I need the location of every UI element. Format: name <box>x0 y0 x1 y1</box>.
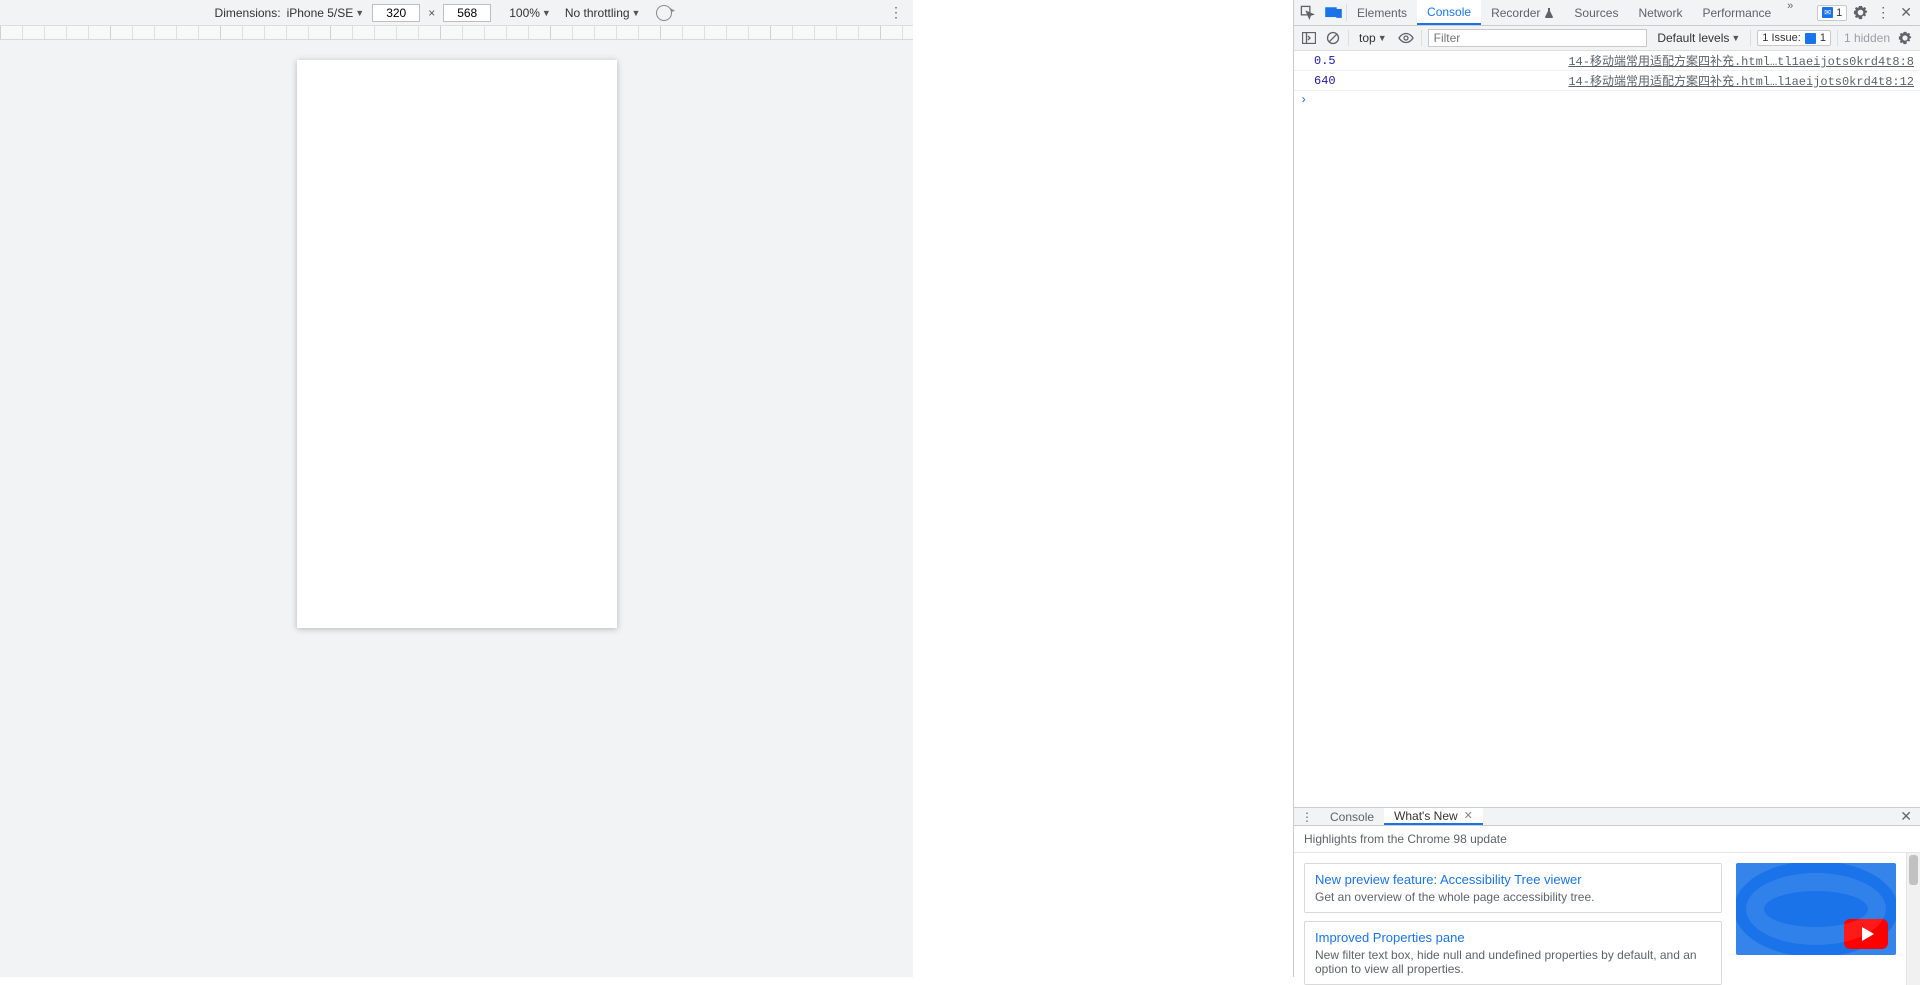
throttling-value: No throttling <box>565 6 630 20</box>
devtools-more-icon[interactable]: ⋮ <box>1874 4 1892 21</box>
console-prompt[interactable]: › <box>1294 91 1920 109</box>
close-drawer-icon[interactable]: ✕ <box>1892 808 1920 825</box>
width-input[interactable] <box>372 4 420 22</box>
chevron-down-icon: ▼ <box>355 8 364 18</box>
issues-pill[interactable]: 1 Issue: 1 <box>1757 30 1831 46</box>
drawer-tab-whatsnew[interactable]: What's New ✕ <box>1384 808 1483 825</box>
feature-card[interactable]: New preview feature: Accessibility Tree … <box>1304 863 1722 913</box>
viewport-area <box>0 40 913 977</box>
settings-icon[interactable] <box>1847 5 1874 20</box>
device-toolbar: Dimensions: iPhone 5/SE ▼ × 100% ▼ No th… <box>0 0 913 26</box>
drawer-more-icon[interactable]: ⋮ <box>1294 808 1320 825</box>
more-options-icon[interactable]: ⋮ <box>887 4 905 21</box>
tab-recorder[interactable]: Recorder <box>1481 0 1564 25</box>
drawer: ⋮ Console What's New ✕ ✕ Highlights from… <box>1294 807 1920 977</box>
zoom-dropdown[interactable]: 100% ▼ <box>509 6 551 20</box>
log-levels-dropdown[interactable]: Default levels ▼ <box>1653 31 1744 45</box>
console-row: 640 14-移动端常用适配方案四补充.html…l1aeijots0krd4t… <box>1294 71 1920 91</box>
console-source-link[interactable]: 14-移动端常用适配方案四补充.html…l1aeijots0krd4t8:12 <box>1568 72 1914 89</box>
chevron-down-icon: ▼ <box>1731 33 1740 43</box>
sidebar-toggle-icon[interactable] <box>1300 29 1318 47</box>
height-input[interactable] <box>443 4 491 22</box>
throttling-dropdown[interactable]: No throttling ▼ <box>565 6 641 20</box>
hidden-count: 1 hidden <box>1844 31 1890 45</box>
tab-console[interactable]: Console <box>1417 0 1481 25</box>
card-description: Get an overview of the whole page access… <box>1315 890 1711 904</box>
multiply-label: × <box>428 6 435 20</box>
play-icon <box>1844 919 1888 949</box>
console-output[interactable]: 0.5 14-移动端常用适配方案四补充.html…tl1aeijots0krd4… <box>1294 51 1920 807</box>
console-settings-icon[interactable] <box>1896 31 1914 45</box>
device-name: iPhone 5/SE <box>287 6 354 20</box>
tab-network[interactable]: Network <box>1628 0 1692 25</box>
device-toggle-icon[interactable] <box>1320 0 1346 25</box>
tab-performance[interactable]: Performance <box>1692 0 1781 25</box>
video-thumbnail[interactable] <box>1736 863 1896 955</box>
console-value: 0.5 <box>1314 54 1336 68</box>
dimensions-label: Dimensions: <box>215 6 281 20</box>
clear-console-icon[interactable] <box>1324 29 1342 47</box>
console-filter-input[interactable] <box>1428 29 1648 47</box>
dimensions-dropdown[interactable]: Dimensions: iPhone 5/SE ▼ <box>215 6 365 20</box>
card-title[interactable]: Improved Properties pane <box>1315 930 1711 945</box>
chat-icon <box>1805 33 1816 44</box>
live-expression-icon[interactable] <box>1397 29 1415 47</box>
feature-card[interactable]: Improved Properties pane New filter text… <box>1304 921 1722 985</box>
tab-elements[interactable]: Elements <box>1347 0 1417 25</box>
context-dropdown[interactable]: top ▼ <box>1355 31 1391 45</box>
console-value: 640 <box>1314 74 1336 88</box>
close-devtools-icon[interactable]: ✕ <box>1892 4 1920 21</box>
drawer-tab-console[interactable]: Console <box>1320 808 1384 825</box>
inspect-icon[interactable] <box>1294 0 1320 25</box>
highlights-heading: Highlights from the Chrome 98 update <box>1294 826 1920 853</box>
console-row: 0.5 14-移动端常用适配方案四补充.html…tl1aeijots0krd4… <box>1294 51 1920 71</box>
whatsnew-body: New preview feature: Accessibility Tree … <box>1294 853 1906 985</box>
chevron-down-icon: ▼ <box>542 8 551 18</box>
issues-badge[interactable]: ✉ 1 <box>1817 5 1847 21</box>
scrollbar[interactable] <box>1906 853 1920 985</box>
more-tabs-icon[interactable]: » <box>1781 0 1799 25</box>
tab-sources[interactable]: Sources <box>1564 0 1628 25</box>
flask-icon <box>1544 8 1554 18</box>
device-frame[interactable] <box>297 60 617 628</box>
devtools-panel: Elements Console Recorder Sources Networ… <box>1293 0 1920 977</box>
drawer-tabstrip: ⋮ Console What's New ✕ ✕ <box>1294 808 1920 826</box>
zoom-value: 100% <box>509 6 540 20</box>
card-description: New filter text box, hide null and undef… <box>1315 948 1711 976</box>
devtools-tabstrip: Elements Console Recorder Sources Networ… <box>1294 0 1920 26</box>
console-source-link[interactable]: 14-移动端常用适配方案四补充.html…tl1aeijots0krd4t8:8 <box>1568 52 1914 69</box>
rotate-icon[interactable] <box>656 5 672 21</box>
chevron-down-icon: ▼ <box>632 8 641 18</box>
ruler <box>0 26 913 40</box>
chat-icon: ✉ <box>1822 7 1833 18</box>
card-title[interactable]: New preview feature: Accessibility Tree … <box>1315 872 1711 887</box>
console-toolbar: top ▼ Default levels ▼ 1 Issue: 1 1 hidd… <box>1294 26 1920 51</box>
close-tab-icon[interactable]: ✕ <box>1464 809 1473 822</box>
chevron-down-icon: ▼ <box>1378 33 1387 43</box>
